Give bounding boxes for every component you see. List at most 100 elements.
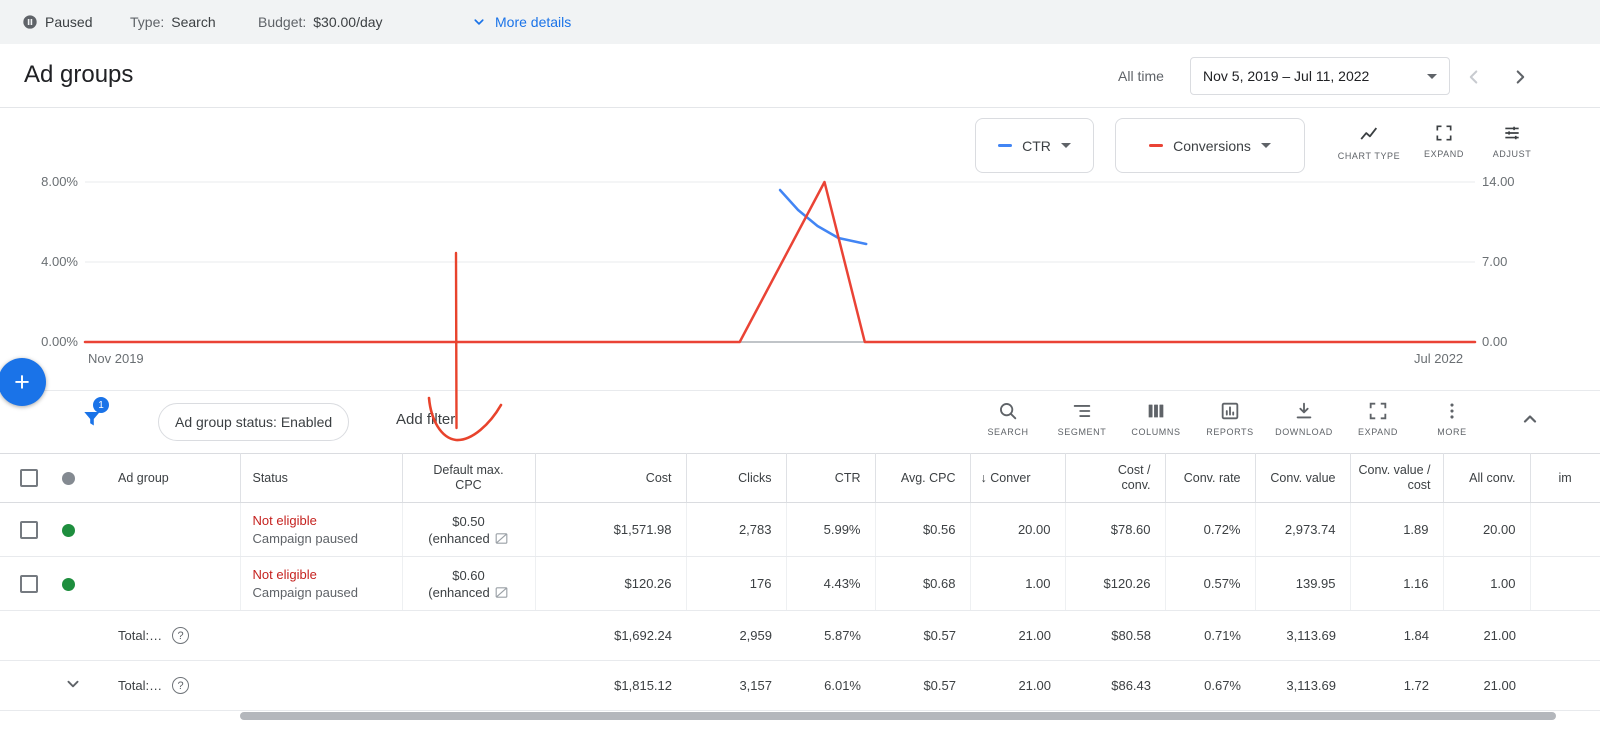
table-row: Not eligible Campaign paused $0.60 (enha…	[0, 556, 1600, 611]
expand-label: EXPAND	[1358, 427, 1398, 437]
total-label: Total:…	[118, 628, 163, 643]
col-ad-group[interactable]: Ad group	[110, 453, 241, 503]
date-range-selector[interactable]: Nov 5, 2019 – Jul 11, 2022	[1190, 57, 1450, 95]
col-status[interactable]: Status	[240, 453, 403, 503]
help-icon[interactable]: ?	[172, 677, 190, 694]
table-row: Not eligible Campaign paused $0.50 (enha…	[0, 502, 1600, 557]
total-label: Total:…	[118, 678, 163, 693]
col-all-conv-label: All conv.	[1469, 471, 1516, 485]
ad-group-name-cell[interactable]	[110, 556, 241, 611]
row-status-dot-cell[interactable]	[48, 556, 110, 611]
max-cpc-cell[interactable]: $0.50 (enhanced	[402, 502, 536, 557]
metric2-label: Conversions	[1173, 137, 1251, 154]
chart-type-icon	[1360, 127, 1378, 140]
segment-icon	[1073, 405, 1091, 417]
right-axis-tick: 0.00	[1482, 334, 1508, 349]
previous-period-button[interactable]	[1462, 65, 1486, 89]
cost-per-conv-cell: $78.60	[1065, 502, 1166, 557]
select-all-checkbox[interactable]	[20, 469, 38, 487]
total-conversions-cell: 21.00	[970, 660, 1065, 711]
status-sub: Campaign paused	[252, 530, 359, 546]
col-default-max-cpc-label: Default max. CPC	[433, 463, 504, 492]
expand-totals-cell[interactable]	[48, 660, 110, 711]
col-ctr[interactable]: CTR	[786, 453, 876, 503]
plus-icon: +	[14, 366, 30, 397]
total-avg-cpc-cell: $0.57	[875, 660, 970, 711]
row-status-dot-cell[interactable]	[48, 502, 110, 557]
dropdown-caret-icon	[1060, 143, 1071, 148]
conv-value-cell: 2,973.74	[1255, 502, 1351, 557]
total-cost-cell: $1,815.12	[535, 660, 686, 711]
max-cpc-cell[interactable]: $0.60 (enhanced	[402, 556, 536, 611]
empty-cell	[1530, 660, 1600, 711]
campaign-status[interactable]: Paused	[22, 0, 92, 44]
impressions-cell	[1530, 556, 1600, 611]
row-checkbox[interactable]	[20, 520, 38, 539]
add-filter-button[interactable]: Add filter	[396, 411, 455, 428]
search-label: SEARCH	[987, 427, 1029, 437]
col-conversions-sorted[interactable]: ↓ Conver	[970, 453, 1066, 503]
col-avg-cpc[interactable]: Avg. CPC	[875, 453, 971, 503]
cpc-qualifier: (enhanced	[428, 584, 490, 600]
download-label: DOWNLOAD	[1275, 427, 1333, 437]
left-axis-tick: 4.00%	[41, 254, 78, 269]
col-clicks[interactable]: Clicks	[686, 453, 787, 503]
page-header: Ad groups All time Nov 5, 2019 – Jul 11,…	[0, 44, 1600, 108]
col-conv-rate[interactable]: Conv. rate	[1165, 453, 1256, 503]
more-details-label: More details	[495, 14, 572, 30]
col-cost-per-conv[interactable]: Cost / conv.	[1065, 453, 1166, 503]
chevron-down-icon[interactable]	[62, 673, 84, 695]
col-conv-value-per-cost[interactable]: Conv. value / cost	[1350, 453, 1444, 503]
metric-selector-ctr[interactable]: CTR	[975, 118, 1094, 173]
row-checkbox[interactable]	[20, 574, 38, 593]
total-cost-per-conv-cell: $80.58	[1065, 610, 1165, 661]
conversions-cell: 20.00	[970, 502, 1066, 557]
columns-button[interactable]: COLUMNS	[1119, 400, 1193, 437]
help-icon[interactable]: ?	[172, 627, 190, 644]
row-checkbox-cell[interactable]	[0, 556, 48, 611]
col-conv-value[interactable]: Conv. value	[1255, 453, 1351, 503]
empty-cell	[48, 610, 110, 661]
broken-image-icon	[495, 532, 508, 544]
chart-expand-button[interactable]: EXPAND	[1412, 123, 1476, 159]
chart-type-button[interactable]: CHART TYPE	[1338, 123, 1400, 161]
col-impressions[interactable]: im	[1530, 453, 1600, 503]
chart-adjust-button[interactable]: ADJUST	[1480, 123, 1544, 159]
cpc-qualifier: (enhanced	[428, 530, 490, 546]
col-default-max-cpc[interactable]: Default max. CPC	[402, 453, 536, 503]
reports-button[interactable]: REPORTS	[1193, 400, 1267, 437]
ad-group-name-cell[interactable]	[110, 502, 241, 557]
tune-icon	[1505, 126, 1519, 140]
metric-selector-conversions[interactable]: Conversions	[1115, 118, 1305, 173]
total-label-cell: Total:…?	[110, 610, 240, 661]
col-cost[interactable]: Cost	[535, 453, 687, 503]
total-conv-value-per-cost-cell: 1.84	[1350, 610, 1443, 661]
more-button[interactable]: MORE	[1415, 400, 1489, 437]
more-details-link[interactable]: More details	[470, 0, 571, 44]
col-status-label: Status	[252, 471, 288, 485]
segment-label: SEGMENT	[1057, 427, 1107, 437]
add-button[interactable]: +	[0, 358, 46, 406]
left-axis-tick: 8.00%	[41, 174, 78, 189]
col-all-conv[interactable]: All conv.	[1443, 453, 1531, 503]
expand-button[interactable]: EXPAND	[1341, 400, 1415, 437]
right-axis-tick: 14.00	[1482, 174, 1515, 189]
row-checkbox-cell[interactable]	[0, 502, 48, 557]
left-axis-tick: 0.00%	[41, 334, 78, 349]
horizontal-scrollbar[interactable]	[240, 712, 1556, 720]
next-period-button[interactable]	[1508, 65, 1532, 89]
dropdown-caret-icon	[1260, 143, 1271, 148]
campaign-status-label: Paused	[45, 14, 93, 30]
enabled-dot-icon	[62, 578, 75, 592]
empty-cell	[402, 610, 535, 661]
collapse-table-button[interactable]	[1518, 407, 1542, 434]
chart-expand-label: EXPAND	[1424, 149, 1464, 159]
cost-cell: $1,571.98	[535, 502, 687, 557]
download-button[interactable]: DOWNLOAD	[1267, 400, 1341, 437]
select-all-cell[interactable]	[0, 453, 48, 503]
filter-chip-ad-group-status[interactable]: Ad group status: Enabled	[158, 403, 350, 441]
total-conversions-cell: 21.00	[970, 610, 1065, 661]
search-button[interactable]: SEARCH	[971, 400, 1045, 437]
all-conv-cell: 1.00	[1443, 556, 1531, 611]
segment-button[interactable]: SEGMENT	[1045, 400, 1119, 437]
